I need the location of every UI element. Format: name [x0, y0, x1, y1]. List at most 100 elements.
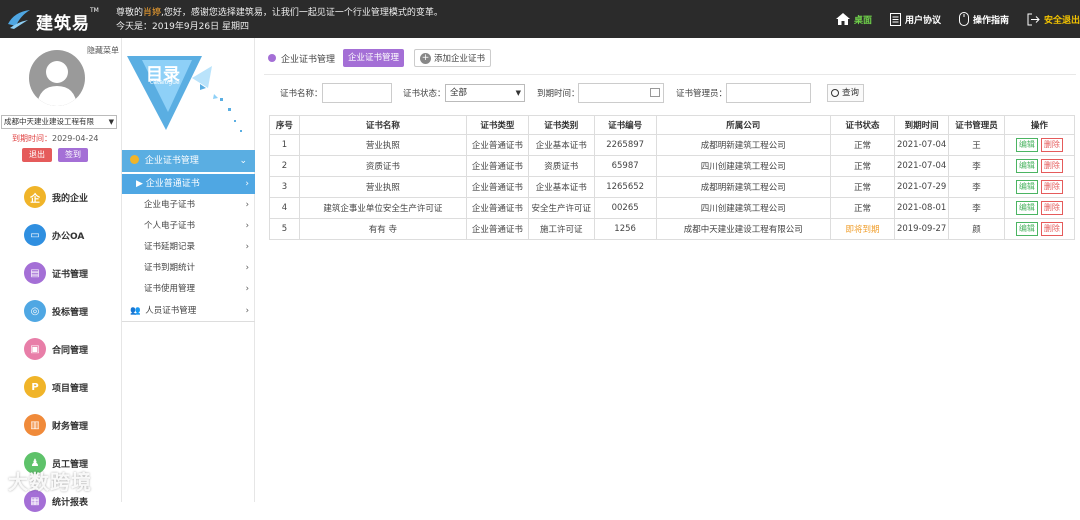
submenu-item[interactable]: 证书到期统计 ›	[122, 258, 255, 279]
home-link[interactable]: 桌面	[835, 13, 872, 26]
operation-guide-link[interactable]: 操作指南	[958, 12, 1009, 26]
main-content: 企业证书管理 企业证书管理 + 添加企业证书 证书名称： 证书状态： 全部 ▼ …	[256, 38, 1080, 502]
table-cell: 企业普通证书	[465, 218, 529, 240]
sign-in-button[interactable]: 签到	[58, 148, 88, 162]
column-header[interactable]: 证书编号	[593, 115, 657, 135]
company-select[interactable]: 成都中天建业建设工程有限 ▼	[1, 115, 117, 129]
submenu-group-label: 企业证书管理	[144, 156, 199, 166]
expire-date: 2029-04-24	[52, 134, 99, 143]
delete-button[interactable]: 删除	[1040, 138, 1063, 152]
current-date: 今天是：2019年9月26日 星期四	[116, 22, 249, 32]
submenu-item-label: 证书到期统计	[144, 263, 196, 273]
main-nav-item[interactable]: ▤ 证书管理	[24, 254, 88, 292]
delete-button[interactable]: 删除	[1040, 201, 1063, 215]
edit-button[interactable]: 编辑	[1015, 222, 1038, 236]
submenu-item-label: 证书使用管理	[144, 284, 196, 294]
app-logo[interactable]: 建筑易 TM	[6, 5, 99, 34]
submenu-item[interactable]: 企业电子证书 ›	[122, 195, 255, 216]
cert-status-select[interactable]: 全部 ▼	[445, 84, 525, 102]
column-header[interactable]: 证书管理员	[948, 115, 1005, 135]
home-link-label: 桌面	[853, 15, 872, 26]
user-agreement-label: 用户协议	[904, 15, 941, 26]
table-row[interactable]: 1 营业执照 企业普通证书 企业基本证书 2265897 成都明新建筑工程公司 正常 2021…	[269, 134, 1076, 156]
avatar[interactable]	[29, 50, 85, 106]
cert-manager-label: 证书管理员：	[676, 89, 728, 99]
table-cell: 2019-09-27	[893, 218, 950, 240]
main-nav-item[interactable]: P 项目管理	[24, 368, 88, 406]
table-row[interactable]: 2 资质证书 企业普通证书 资质证书 65987 四川创建建筑工程公司 正常 2021-07-…	[269, 155, 1076, 177]
certificate-table: 序号 证书名称 证书类型 证书类别 证书编号 所属公司 证书状态 到期时间 证书管理员 操作 1营…	[269, 115, 1076, 240]
user-silhouette-icon	[37, 61, 77, 106]
add-certificate-label: 添加企业证书	[434, 54, 486, 64]
edit-button[interactable]: 编辑	[1015, 159, 1038, 173]
table-cell: 1	[269, 134, 300, 156]
main-nav-item[interactable]: 企我的企业	[24, 178, 88, 216]
table-cell: 5	[269, 218, 300, 240]
breadcrumb[interactable]: 企业证书管理	[281, 52, 335, 65]
actions-cell: 编辑 删除	[1003, 134, 1076, 156]
submenu-group-enterprise-cert[interactable]: 企业证书管理 ⌄	[122, 150, 255, 172]
main-nav-item[interactable]: ▣ 合同管理	[24, 330, 88, 368]
table-cell: 王	[948, 134, 1005, 156]
top-bar: 建筑易 TM 尊敬的肖婷,您好，感谢您选择建筑易，让我们一起见证一个行业管理模式…	[0, 0, 1080, 38]
search-button[interactable]: 查询	[827, 84, 865, 102]
submenu-item[interactable]: 证书使用管理 ›	[122, 279, 255, 300]
user-agreement-link[interactable]: 用户协议	[889, 12, 941, 26]
column-header[interactable]: 证书类别	[527, 115, 595, 135]
table-row[interactable]: 3 营业执照 企业普通证书 企业基本证书 1265652 成都明新建筑工程公司 正常 2021…	[269, 176, 1076, 198]
cert-manager-input[interactable]	[726, 83, 811, 103]
expire-time-input[interactable]	[578, 83, 664, 103]
column-header[interactable]: 证书类型	[465, 115, 529, 135]
table-cell: 四川创建建筑工程公司	[655, 155, 832, 177]
submenu-active-label: ▶ 企业普通证书	[136, 179, 200, 189]
submenu-item[interactable]: 个人电子证书 ›	[122, 216, 255, 237]
delete-button[interactable]: 删除	[1040, 222, 1063, 236]
delete-button[interactable]: 删除	[1040, 159, 1063, 173]
briefcase-icon: ▣	[24, 338, 46, 360]
cert-name-label: 证书名称：	[280, 89, 323, 99]
cert-name-input[interactable]	[322, 83, 392, 103]
column-header[interactable]: 操作	[1003, 115, 1076, 135]
table-row[interactable]: 4 建筑企事业单位安全生产许可证 企业普通证书 安全生产许可证 00265 四川创建建筑工…	[269, 197, 1076, 219]
submenu-group-personnel-cert[interactable]: 👥 人员证书管理 ›	[122, 300, 255, 322]
cert-status-label: 证书状态：	[403, 89, 446, 99]
chevron-right-icon: ›	[245, 179, 249, 189]
chevron-down-icon: ⌄	[239, 156, 247, 166]
table-cell: 2021-07-04	[893, 134, 950, 156]
target-icon: ◎	[24, 300, 46, 322]
actions-cell: 编辑 删除	[1003, 155, 1076, 177]
add-certificate-button[interactable]: + 添加企业证书	[414, 49, 492, 67]
logout-link[interactable]: 安全退出	[1027, 13, 1080, 26]
column-header[interactable]: 所属公司	[655, 115, 832, 135]
table-cell: 2021-07-29	[893, 176, 950, 198]
exit-button[interactable]: 退出	[22, 148, 52, 162]
table-row[interactable]: 5 有有 寺企业普通证书 施工许可证 1256 成都中天建业建设工程有限公司 即将到期 20…	[269, 218, 1076, 240]
main-nav-item[interactable]: ▥ 财务管理	[24, 406, 88, 444]
main-nav-item[interactable]: ◎ 投标管理	[24, 292, 88, 330]
edit-button[interactable]: 编辑	[1015, 138, 1038, 152]
expire-info: 到期时间：2029-04-24	[12, 133, 99, 144]
table-cell: 65987	[593, 155, 657, 177]
main-nav-label: 投标管理	[52, 307, 89, 318]
chevron-right-icon: ›	[245, 221, 249, 231]
column-header[interactable]: 证书状态	[830, 115, 895, 135]
table-cell: 李	[948, 197, 1005, 219]
search-icon	[831, 89, 839, 97]
submenu-item-enterprise-general-cert[interactable]: ▶ 企业普通证书 ›	[122, 174, 255, 194]
tab-enterprise-cert[interactable]: 企业证书管理	[343, 49, 405, 67]
table-cell: 正常	[830, 197, 895, 219]
edit-button[interactable]: 编辑	[1015, 180, 1038, 194]
column-header[interactable]: 证书名称	[298, 115, 467, 135]
greeting-suffix: ,您好，感谢您选择建筑易，让我们一起见证一个行业管理模式的变革。	[161, 8, 443, 18]
submenu-item[interactable]: 证书延期记录 ›	[122, 237, 255, 258]
top-nav: 桌面 用户协议 操作指南 安全退出	[835, 0, 1080, 38]
delete-button[interactable]: 删除	[1040, 180, 1063, 194]
main-nav-label: 统计报表	[52, 497, 89, 508]
column-header[interactable]: 序号	[269, 115, 300, 135]
hide-menu-toggle[interactable]: 隐藏菜单	[87, 45, 119, 56]
column-header[interactable]: 到期时间	[893, 115, 950, 135]
table-cell: 00265	[593, 197, 657, 219]
main-nav-label: 我的企业	[52, 193, 89, 204]
edit-button[interactable]: 编辑	[1015, 201, 1038, 215]
main-nav-item[interactable]: ▭ 办公OA	[24, 216, 88, 254]
